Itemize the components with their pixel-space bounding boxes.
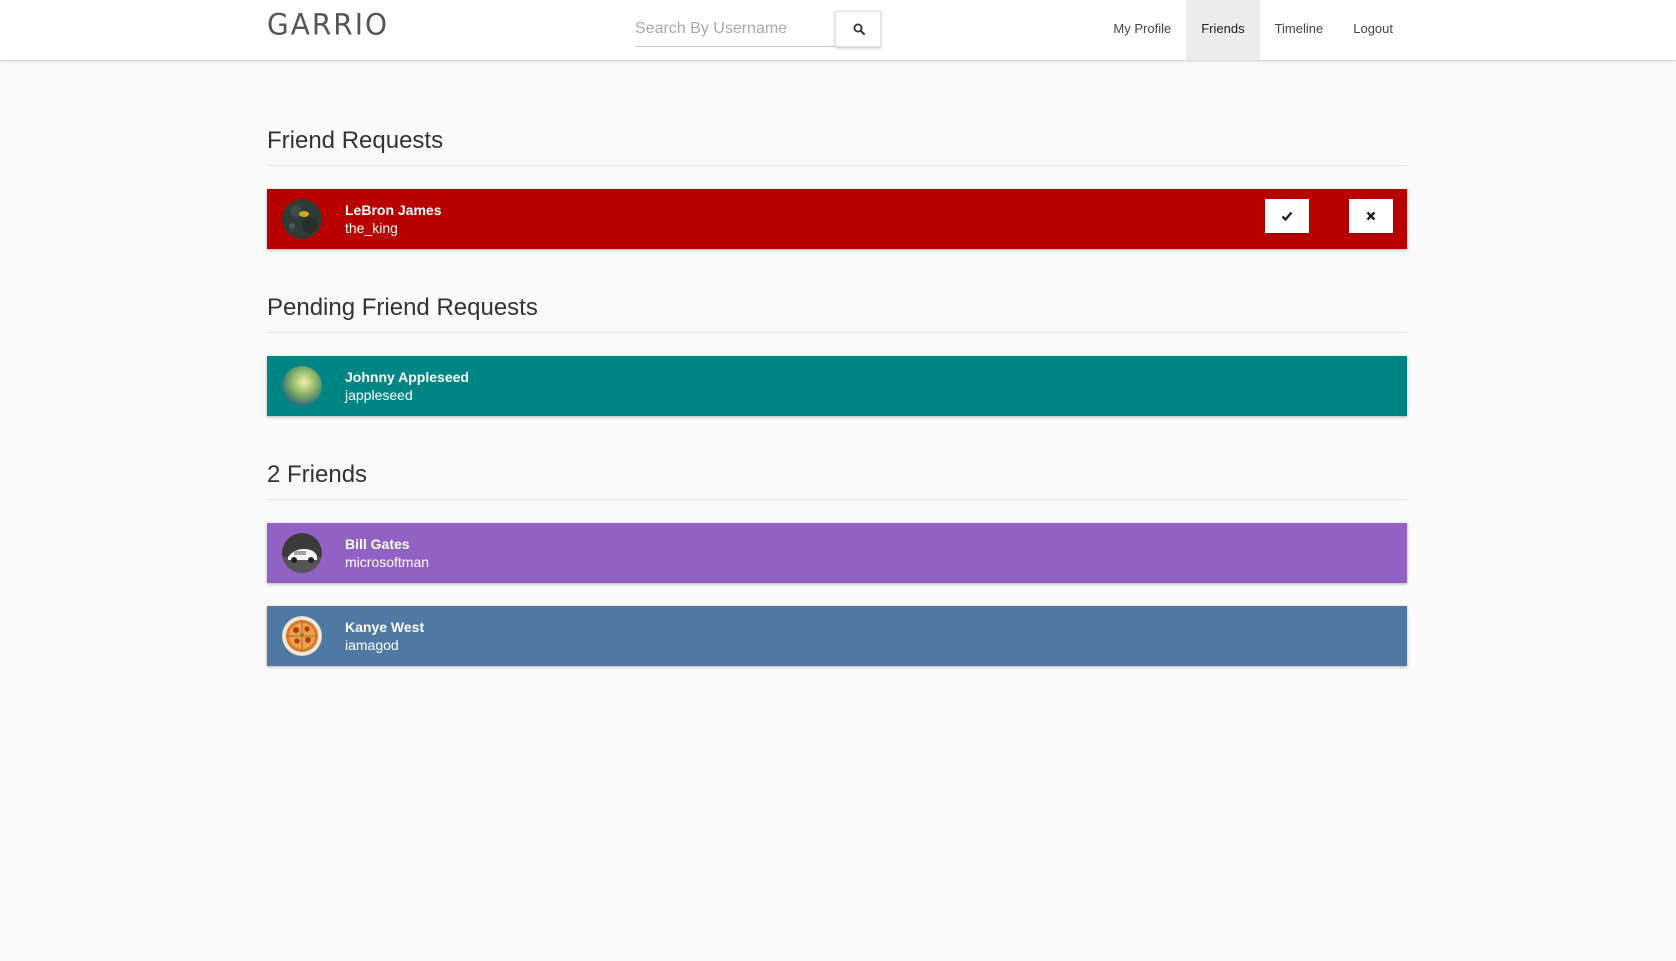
close-icon <box>1366 211 1376 221</box>
search-icon <box>853 23 865 35</box>
user-name: Johnny Appleseed <box>345 369 469 385</box>
pending-request-card[interactable]: Johnny Appleseed jappleseed <box>267 356 1407 416</box>
decline-request-button[interactable] <box>1349 199 1393 233</box>
friend-request-card[interactable]: LeBron James the_king <box>267 189 1407 249</box>
search-bar <box>635 11 881 47</box>
friend-card[interactable]: Bill Gates microsoftman <box>267 523 1407 583</box>
check-icon <box>1281 211 1293 221</box>
search-input[interactable] <box>635 11 835 47</box>
top-navbar: GARRIO My Profile Friends Timeline Logou… <box>0 0 1676 61</box>
nav-friends[interactable]: Friends <box>1186 0 1260 60</box>
nav-my-profile[interactable]: My Profile <box>1098 0 1186 60</box>
accept-request-button[interactable] <box>1265 199 1309 233</box>
user-name: Kanye West <box>345 619 425 635</box>
user-name: LeBron James <box>345 202 442 218</box>
avatar <box>282 616 322 656</box>
user-name: Bill Gates <box>345 536 410 552</box>
avatar <box>282 199 322 239</box>
brand-logo[interactable]: GARRIO <box>267 7 389 42</box>
user-username: iamagod <box>345 637 399 653</box>
friend-requests-section: Friend Requests LeBron James the_king <box>267 127 1407 249</box>
section-title-friends: 2 Friends <box>267 461 1407 500</box>
search-button[interactable] <box>835 11 881 47</box>
friend-card[interactable]: Kanye West iamagod <box>267 606 1407 666</box>
friends-section: 2 Friends Bill Gates microsoftman Kanye … <box>267 461 1407 666</box>
nav-links: My Profile Friends Timeline Logout <box>1098 0 1408 60</box>
user-username: microsoftman <box>345 554 430 570</box>
avatar <box>282 366 322 406</box>
nav-logout[interactable]: Logout <box>1338 0 1408 60</box>
section-title-friend-requests: Friend Requests <box>267 127 1407 166</box>
user-username: the_king <box>345 220 398 236</box>
section-title-pending-requests: Pending Friend Requests <box>267 294 1407 333</box>
nav-timeline[interactable]: Timeline <box>1260 0 1339 60</box>
pending-requests-section: Pending Friend Requests Johnny Appleseed… <box>267 294 1407 416</box>
avatar <box>282 533 322 573</box>
user-username: jappleseed <box>345 387 413 403</box>
